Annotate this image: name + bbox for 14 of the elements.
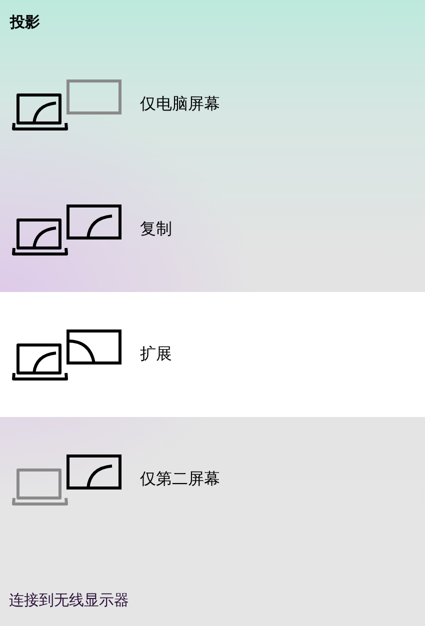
projection-option[interactable]: 复制 [0,167,425,292]
laptop-icon [12,92,68,130]
laptop-icon [12,342,68,380]
projection-option[interactable]: 扩展 [0,292,425,417]
laptop-icon [12,468,68,506]
wireless-display-link[interactable]: 连接到无线显示器 [9,591,129,610]
projection-option[interactable]: 仅第二屏幕 [0,417,425,542]
monitor-icon [66,204,122,240]
monitor-icon [66,454,122,490]
monitor-icon [66,328,122,364]
projection-option[interactable]: 仅电脑屏幕 [0,42,425,167]
panel-title: 投影 [8,12,41,33]
monitor-icon [66,78,122,114]
laptop-icon [12,218,68,256]
